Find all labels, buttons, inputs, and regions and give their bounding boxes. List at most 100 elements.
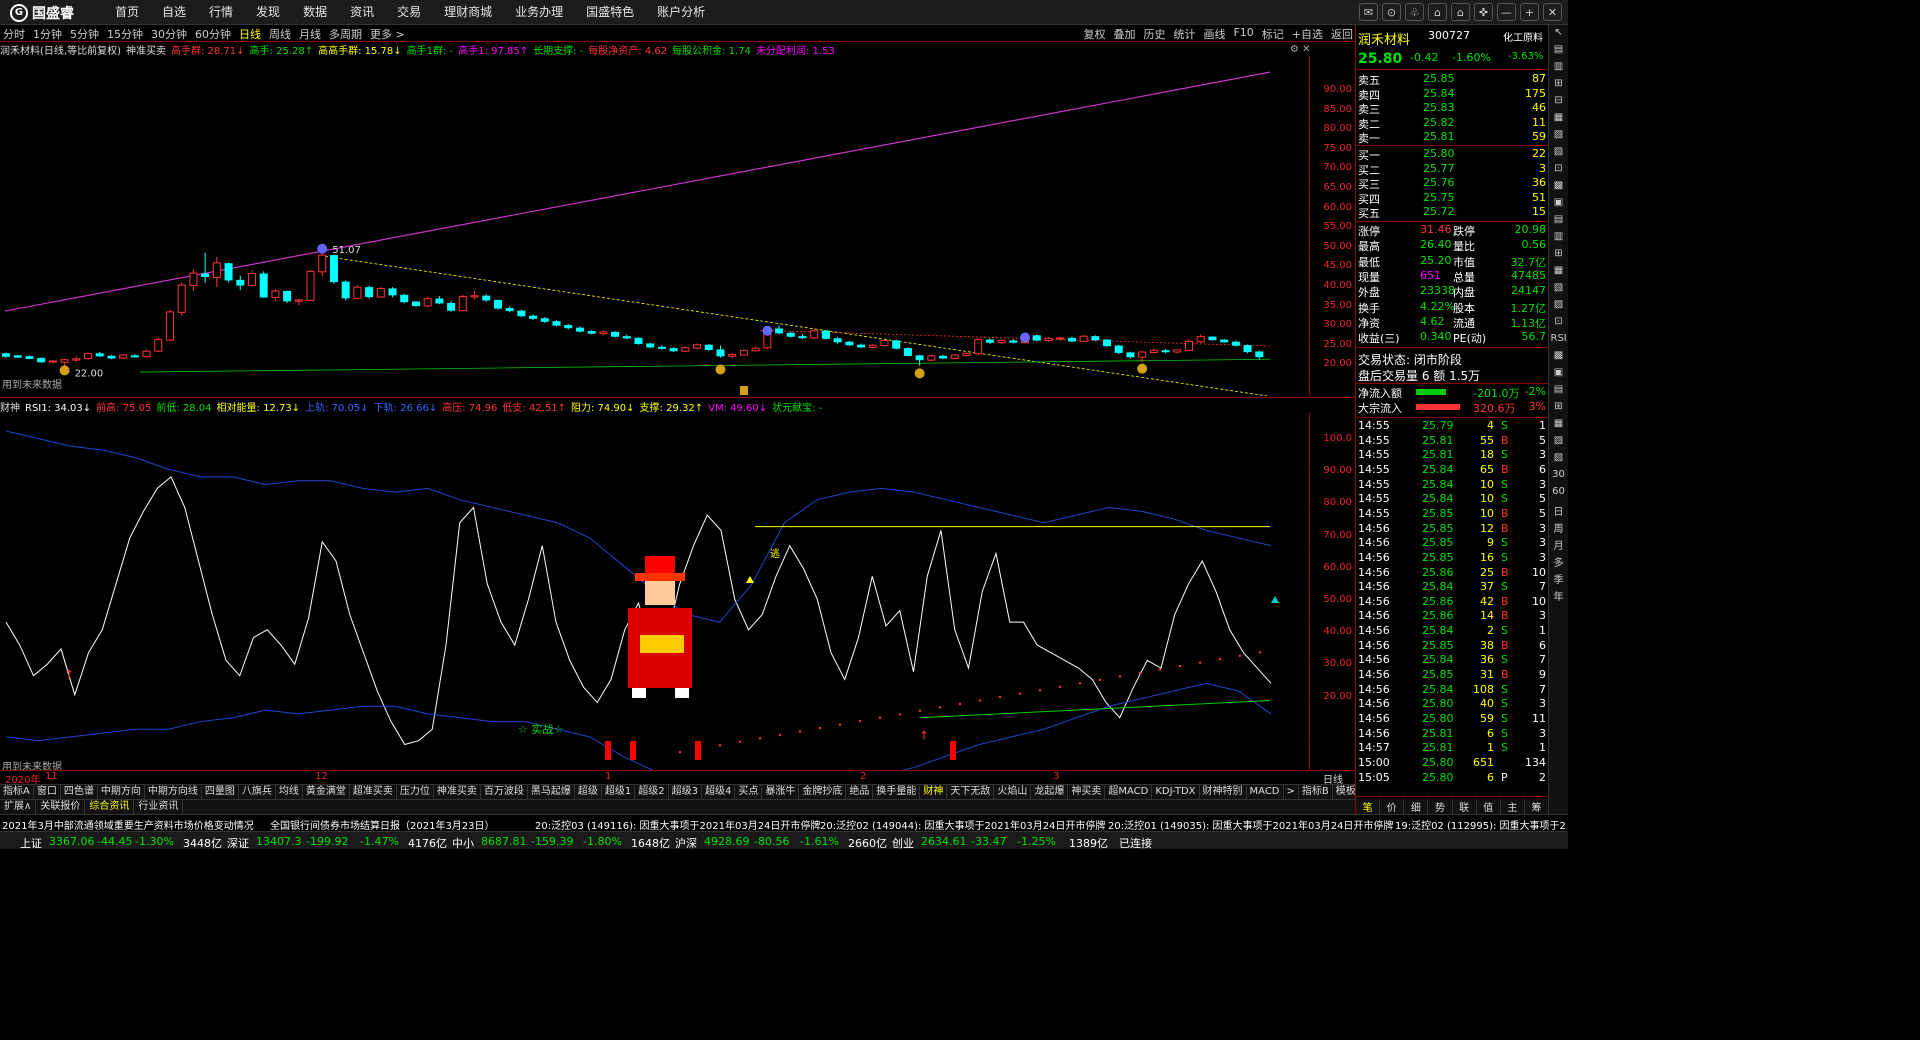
side-tool-icon[interactable]: RSI <box>1551 333 1567 348</box>
quote-tab[interactable]: 联 <box>1453 799 1477 814</box>
nav-item-3[interactable]: 发现 <box>256 0 280 25</box>
indicator-tab[interactable]: 暴涨牛 <box>762 785 800 799</box>
indicator-tab[interactable]: 窗口 <box>34 785 61 799</box>
side-tool-icon[interactable]: 多 <box>1551 554 1567 569</box>
period-tab-9[interactable]: 多周期 <box>329 26 362 42</box>
side-tool-icon[interactable]: ▦ <box>1551 265 1567 280</box>
nav-item-6[interactable]: 交易 <box>397 0 421 25</box>
window-icon-4[interactable]: ⌂ <box>1451 3 1470 21</box>
window-icon-3[interactable]: ⌂ <box>1428 3 1447 21</box>
nav-item-5[interactable]: 资讯 <box>350 0 374 25</box>
quote-tab[interactable]: 价 <box>1380 799 1405 814</box>
news-item[interactable]: 20:泛控02 (149044): 因重大事项于2021年03月24日开市停牌 <box>820 817 1105 831</box>
indicator-tab[interactable]: 超级3 <box>669 785 702 799</box>
indicator-tab[interactable]: 超准买卖 <box>350 785 397 799</box>
side-tool-icon[interactable]: ⊞ <box>1551 401 1567 416</box>
news-item[interactable]: 全国银行间债券市场结算日报（2021年3月23日） <box>270 817 495 831</box>
indicator-tab[interactable]: 超MACD <box>1105 785 1153 799</box>
indicator-tab[interactable]: 八旗兵 <box>239 785 276 799</box>
side-tool-icon[interactable]: ▤ <box>1551 384 1567 399</box>
news-item[interactable]: 20:泛控01 (149035): 因重大事项于2021年03月24日开市停牌 <box>1108 817 1393 831</box>
indicator-tab[interactable]: 超级2 <box>635 785 669 799</box>
indicator-tab[interactable]: 神买卖 <box>1068 785 1106 799</box>
side-tool-icon[interactable]: ▧ <box>1551 435 1567 450</box>
side-tool-icon[interactable]: ▤ <box>1551 44 1567 59</box>
sector-tag[interactable]: 化工原料 <box>1503 29 1543 44</box>
indicator-tab[interactable]: 黑马起爆 <box>528 785 575 799</box>
side-tool-icon[interactable]: 60 <box>1551 486 1567 501</box>
side-tool-icon[interactable]: ▩ <box>1551 180 1567 195</box>
indicator-tab[interactable]: 模板 <box>1333 785 1355 799</box>
quote-tab[interactable]: 笔 <box>1356 799 1381 814</box>
tool-button-8[interactable]: 返回 <box>1331 26 1353 42</box>
rsi-chart[interactable]: ↑↑↑逃☆ 实战☆ 用到未来数据 <box>0 413 1310 803</box>
nav-item-10[interactable]: 账户分析 <box>657 0 705 25</box>
window-icon-7[interactable]: + <box>1520 3 1539 21</box>
side-tool-icon[interactable]: ↖ <box>1551 27 1567 42</box>
quote-tab[interactable]: 值 <box>1477 799 1501 814</box>
indicator-tab[interactable]: 指标B <box>1299 785 1333 799</box>
indicator-tab[interactable]: 财神特别 <box>1200 785 1247 799</box>
indicator-tab[interactable]: 龙起爆 <box>1031 785 1069 799</box>
indicator-tab[interactable]: > <box>1284 785 1299 799</box>
indicator-tab[interactable]: 指标A <box>0 785 34 799</box>
window-icon-2[interactable]: ♧ <box>1405 3 1424 21</box>
side-tool-icon[interactable]: 30 <box>1551 469 1567 484</box>
nav-item-0[interactable]: 首页 <box>115 0 139 25</box>
period-tab-7[interactable]: 周线 <box>269 26 291 42</box>
period-tab-6[interactable]: 日线 <box>239 26 261 42</box>
window-icon-1[interactable]: ⊙ <box>1382 3 1401 21</box>
news-item[interactable]: 20:泛控03 (149116): 因重大事项于2021年03月24日开市停牌 <box>535 817 820 831</box>
indicator-tab[interactable]: 财神 <box>920 785 948 799</box>
tool-button-0[interactable]: 复权 <box>1083 26 1105 42</box>
indicator-tab[interactable]: 均线 <box>276 785 303 799</box>
side-tool-icon[interactable]: ▥ <box>1551 61 1567 76</box>
period-tab-2[interactable]: 5分钟 <box>70 26 99 42</box>
window-icon-8[interactable]: ✕ <box>1543 3 1562 21</box>
info-tab[interactable]: 关联报价 <box>36 800 86 814</box>
side-tool-icon[interactable]: ▨ <box>1551 146 1567 161</box>
tool-button-3[interactable]: 统计 <box>1173 26 1195 42</box>
indicator-tab[interactable]: 火焰山 <box>994 785 1032 799</box>
window-icon-6[interactable]: — <box>1497 3 1516 21</box>
indicator-tab[interactable]: 换手量能 <box>873 785 921 799</box>
indicator-tab[interactable]: 金牌抄底 <box>799 785 847 799</box>
panel-close-icon[interactable]: ⚙ ✕ <box>1290 44 1311 55</box>
period-tab-8[interactable]: 月线 <box>299 26 321 42</box>
period-tab-1[interactable]: 1分钟 <box>33 26 62 42</box>
indicator-tab[interactable]: 压力位 <box>397 785 434 799</box>
side-tool-icon[interactable]: ⊡ <box>1551 163 1567 178</box>
indicator-tab[interactable]: 中期方向线 <box>145 785 202 799</box>
nav-item-9[interactable]: 国盛特色 <box>586 0 634 25</box>
window-icon-5[interactable]: ✜ <box>1474 3 1493 21</box>
tool-button-7[interactable]: +自选 <box>1292 26 1323 42</box>
side-tool-icon[interactable]: 日 <box>1551 503 1567 518</box>
tool-button-2[interactable]: 历史 <box>1143 26 1165 42</box>
indicator-tab[interactable]: 买点 <box>735 785 763 799</box>
side-tool-icon[interactable]: ⊞ <box>1551 78 1567 93</box>
side-tool-icon[interactable]: ▧ <box>1551 282 1567 297</box>
news-item[interactable]: 19:泛控02 (112995): 因重大事项于2 <box>1395 817 1566 831</box>
window-icon-0[interactable]: ✉ <box>1359 3 1378 21</box>
side-tool-icon[interactable]: ▨ <box>1551 299 1567 314</box>
side-tool-icon[interactable]: 月 <box>1551 537 1567 552</box>
indicator-tab[interactable]: 超级4 <box>702 785 736 799</box>
side-tool-icon[interactable]: ▦ <box>1551 418 1567 433</box>
quote-tab[interactable]: 筹 <box>1525 799 1549 814</box>
nav-item-7[interactable]: 理财商城 <box>444 0 492 25</box>
side-tool-icon[interactable]: ⊞ <box>1551 248 1567 263</box>
kline-chart[interactable]: 51.07 22.00 用到未来数据 <box>0 56 1310 397</box>
indicator-tab[interactable]: MACD <box>1247 785 1284 799</box>
indicator-tab[interactable]: 四色谱 <box>61 785 98 799</box>
side-tool-icon[interactable]: ▤ <box>1551 214 1567 229</box>
period-tab-3[interactable]: 15分钟 <box>107 26 143 42</box>
side-tool-icon[interactable]: ▣ <box>1551 197 1567 212</box>
indicator-tab[interactable]: KDJ-TDX <box>1152 785 1200 799</box>
period-tab-10[interactable]: 更多 > <box>370 26 405 42</box>
nav-item-8[interactable]: 业务办理 <box>515 0 563 25</box>
indicator-tab[interactable]: 超级 <box>575 785 602 799</box>
indicator-tab[interactable]: 天下无敌 <box>947 785 995 799</box>
info-tab[interactable]: 扩展∧ <box>0 800 37 814</box>
indicator-tab[interactable]: 绝品 <box>846 785 874 799</box>
quote-tab[interactable]: 主 <box>1501 799 1525 814</box>
